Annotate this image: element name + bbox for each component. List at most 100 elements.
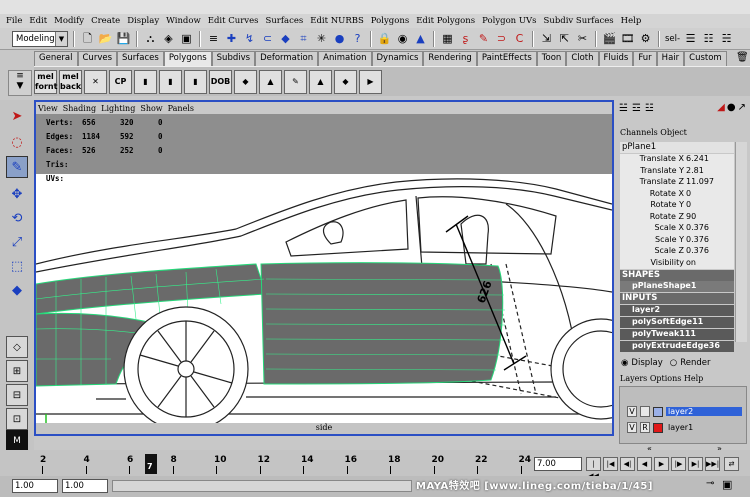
cb-menu-object[interactable]: Object <box>660 128 687 137</box>
menu-polygon-uvs[interactable]: Polygon UVs <box>482 16 536 26</box>
chevron-down-icon[interactable]: ▼ <box>55 31 67 46</box>
channel-value[interactable]: 0 <box>686 189 734 201</box>
auto-key-icon[interactable]: ⊸ <box>706 478 714 489</box>
go-to-end-icon[interactable]: ▶▶| <box>705 457 720 471</box>
channel-value[interactable]: 0.376 <box>686 246 734 258</box>
channel-row[interactable]: Translate Z 11.097 <box>620 177 734 189</box>
snap-point-icon[interactable]: ⊂ <box>260 31 275 46</box>
ipr-render-icon[interactable]: 🎞 <box>620 31 635 46</box>
select-object-icon[interactable]: ◈ <box>161 31 176 46</box>
render-globals-icon[interactable]: ⚙ <box>638 31 653 46</box>
attribute-editor-toggle-icon[interactable]: ☷ <box>701 31 716 46</box>
shelf-tab-painteffects[interactable]: PaintEffects <box>476 51 537 66</box>
shelf-tab-surfaces[interactable]: Surfaces <box>117 51 164 66</box>
vp-menu-shading[interactable]: Shading <box>63 104 96 113</box>
channel-scrollbar[interactable] <box>735 142 747 342</box>
tool-settings-toggle-icon[interactable]: ☵ <box>719 31 734 46</box>
menu-help[interactable]: Help <box>621 16 642 26</box>
layer-playback-toggle[interactable] <box>640 406 650 417</box>
channel-box-layout-icon[interactable]: ☱ <box>619 103 628 114</box>
range-bar[interactable] <box>112 480 412 492</box>
shelf-button-0[interactable]: mel fornt <box>34 69 57 94</box>
layer-color-swatch[interactable] <box>653 422 663 433</box>
step-back-frame-icon[interactable]: ◀| <box>620 457 635 471</box>
output-ops-icon[interactable]: ⇱ <box>557 31 572 46</box>
go-to-start-icon[interactable]: |◀◀ <box>586 457 601 480</box>
curve-icon[interactable]: ʂ <box>458 31 473 46</box>
object-name[interactable]: pPlane1 <box>620 142 734 153</box>
snap-grid-icon[interactable]: ✚ <box>224 31 239 46</box>
history-icon[interactable]: ◉ <box>395 31 410 46</box>
construction-history-icon[interactable]: ✂ <box>575 31 590 46</box>
channel-value[interactable]: on <box>686 258 734 270</box>
layer-row[interactable]: Vlayer2 <box>624 405 742 418</box>
play-forwards-icon[interactable]: ▶ <box>654 457 669 471</box>
channel-row[interactable]: Scale Z 0.376 <box>620 246 734 258</box>
channel-value[interactable]: 0 <box>686 200 734 212</box>
shelf-tab-rendering[interactable]: Rendering <box>423 51 477 66</box>
two-view-layout-icon[interactable]: ⊟ <box>6 384 28 406</box>
input-node[interactable]: layer2 <box>620 305 734 316</box>
channel-row[interactable]: Rotate X0 <box>620 188 734 201</box>
scale-tool-icon[interactable]: ⤢ <box>6 232 28 254</box>
menu-modify[interactable]: Modify <box>54 16 84 26</box>
split-layout-icon[interactable]: ☳ <box>645 103 654 114</box>
help-icon[interactable]: ? <box>350 31 365 46</box>
menu-edit[interactable]: Edit <box>29 16 47 26</box>
layer-menu-layers[interactable]: Layers <box>620 374 647 383</box>
shelf-tab-polygons[interactable]: Polygons <box>163 51 212 66</box>
shelf-button-9[interactable]: ▲ <box>259 69 282 94</box>
menu-edit-nurbs[interactable]: Edit NURBS <box>310 16 364 26</box>
channel-row[interactable]: Scale Y 0.376 <box>620 234 734 246</box>
magnet-icon[interactable]: ⊃ <box>494 31 509 46</box>
menu-edit-curves[interactable]: Edit Curves <box>208 16 259 26</box>
layer-row[interactable]: V Rlayer1 <box>624 421 742 434</box>
channel-value[interactable]: 0.376 <box>686 223 734 235</box>
shelf-button-1[interactable]: mel back <box>59 69 82 94</box>
channel-row[interactable]: Translate X 6.241 <box>620 154 734 166</box>
channel-value[interactable]: 6.241 <box>686 154 734 166</box>
input-node[interactable]: polySoftEdge11 <box>620 317 734 328</box>
lock-channel-icon[interactable]: ◢ <box>717 102 725 113</box>
play-backwards-icon[interactable]: ◀ <box>637 457 652 471</box>
selection-mask-icon[interactable]: ✳ <box>314 31 329 46</box>
input-node[interactable]: polyTweak111 <box>620 329 734 340</box>
vp-menu-view[interactable]: View <box>38 104 58 113</box>
move-tool-icon[interactable]: ✥ <box>6 184 28 206</box>
channel-row[interactable]: Translate Y 2.81 <box>620 165 734 177</box>
save-scene-icon[interactable]: 💾 <box>116 31 131 46</box>
mask-menu-icon[interactable]: ≡ <box>206 31 221 46</box>
select-tool-icon[interactable]: ➤ <box>6 106 28 128</box>
universal-manip-icon[interactable]: ⬚ <box>6 256 28 278</box>
playback-start-field[interactable]: 1.00 <box>62 479 108 493</box>
grid-icon[interactable]: ▦ <box>440 31 455 46</box>
open-scene-icon[interactable]: 📂 <box>98 31 113 46</box>
render-current-icon[interactable]: 🎬 <box>602 31 617 46</box>
menu-create[interactable]: Create <box>91 16 120 26</box>
shelf-button-4[interactable]: ▮ <box>134 69 157 94</box>
shelf-tab-cloth[interactable]: Cloth <box>566 51 599 66</box>
shelf-button-11[interactable]: ▲ <box>309 69 332 94</box>
channel-value[interactable]: 11.097 <box>686 177 734 189</box>
shelf-button-8[interactable]: ◆ <box>234 69 257 94</box>
channel-row[interactable]: Rotate Z 90 <box>620 211 734 223</box>
layer-playback-toggle[interactable]: R <box>640 422 650 433</box>
vp-menu-show[interactable]: Show <box>140 104 162 113</box>
layer-visibility-toggle[interactable]: V <box>627 422 637 433</box>
shelf-button-13[interactable]: ▶ <box>359 69 382 94</box>
shelf-tab-dynamics[interactable]: Dynamics <box>371 51 424 66</box>
shelf-button-7[interactable]: DOB <box>209 69 232 94</box>
menu-window[interactable]: Window <box>166 16 201 26</box>
rotate-tool-icon[interactable]: ⟲ <box>6 208 28 230</box>
shelf-tab-fluids[interactable]: Fluids <box>598 51 634 66</box>
vp-menu-lighting[interactable]: Lighting <box>101 104 135 113</box>
render-icon[interactable]: ▲ <box>413 31 428 46</box>
layer-menu-help[interactable]: Help <box>684 374 703 383</box>
display-radio[interactable]: ◉ <box>621 358 628 368</box>
shelf-button-10[interactable]: ✎ <box>284 69 307 94</box>
shape-node[interactable]: pPlaneShape1 <box>620 281 734 292</box>
shelf-button-2[interactable]: ✕ <box>84 69 107 94</box>
cshape-icon[interactable]: C <box>512 31 527 46</box>
animation-start-field[interactable]: 1.00 <box>12 479 58 493</box>
shelf-tab-deformation[interactable]: Deformation <box>255 51 319 66</box>
